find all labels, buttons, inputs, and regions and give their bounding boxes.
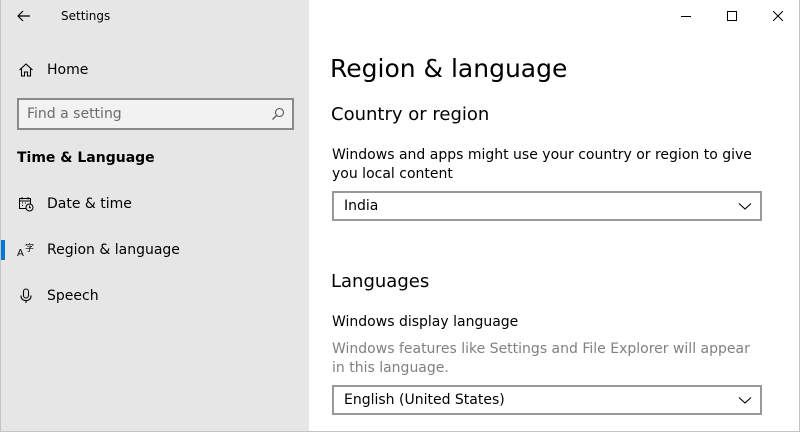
home-icon [17, 61, 35, 79]
search-input[interactable] [27, 100, 263, 128]
close-icon [773, 11, 783, 21]
app-title: Settings [61, 9, 111, 23]
close-button[interactable] [755, 0, 799, 32]
country-region-heading: Country or region [331, 104, 490, 125]
display-language-label: Windows display language [332, 314, 519, 330]
microphone-icon [17, 287, 35, 305]
back-arrow-icon [17, 10, 30, 22]
maximize-icon [727, 11, 737, 21]
calendar-clock-icon [17, 195, 35, 213]
display-language-dropdown[interactable]: English (United States) [332, 385, 762, 415]
section-heading: Time & Language [17, 150, 155, 166]
minimize-button[interactable] [663, 0, 709, 32]
chevron-down-icon [738, 397, 752, 404]
sidebar-item-label: Date & time [47, 196, 132, 212]
display-language-value: English (United States) [344, 392, 505, 408]
svg-text:A: A [17, 248, 24, 258]
back-button[interactable] [7, 0, 41, 32]
maximize-button[interactable] [709, 0, 755, 32]
country-region-description: Windows and apps might use your country … [332, 147, 752, 182]
languages-heading: Languages [331, 271, 430, 292]
sidebar-item-date-time[interactable]: Date & time [1, 184, 309, 224]
chevron-down-icon [738, 203, 752, 210]
display-language-description: Windows features like Settings and File … [332, 341, 750, 376]
home-label: Home [47, 62, 89, 78]
country-region-dropdown[interactable]: India [332, 191, 762, 221]
titlebar: Settings [1, 0, 309, 32]
search-icon[interactable] [270, 106, 286, 122]
country-region-value: India [344, 198, 379, 214]
caption-buttons [663, 0, 799, 32]
home-nav-item[interactable]: Home [1, 50, 309, 90]
sidebar: Settings Home Time & Language [1, 0, 309, 431]
sidebar-item-label: Region & language [47, 242, 180, 258]
page-title: Region & language [330, 54, 568, 83]
svg-text:字: 字 [25, 242, 34, 254]
search-box [17, 98, 294, 130]
minimize-icon [681, 16, 691, 17]
sidebar-item-speech[interactable]: Speech [1, 276, 309, 316]
sidebar-item-region-language[interactable]: A 字 Region & language [1, 230, 309, 270]
main-content: Region & language Country or region Wind… [309, 0, 799, 431]
selection-indicator [1, 240, 5, 260]
sidebar-item-label: Speech [47, 288, 99, 304]
language-icon: A 字 [17, 241, 35, 259]
settings-window: Settings Home Time & Language [0, 0, 800, 432]
